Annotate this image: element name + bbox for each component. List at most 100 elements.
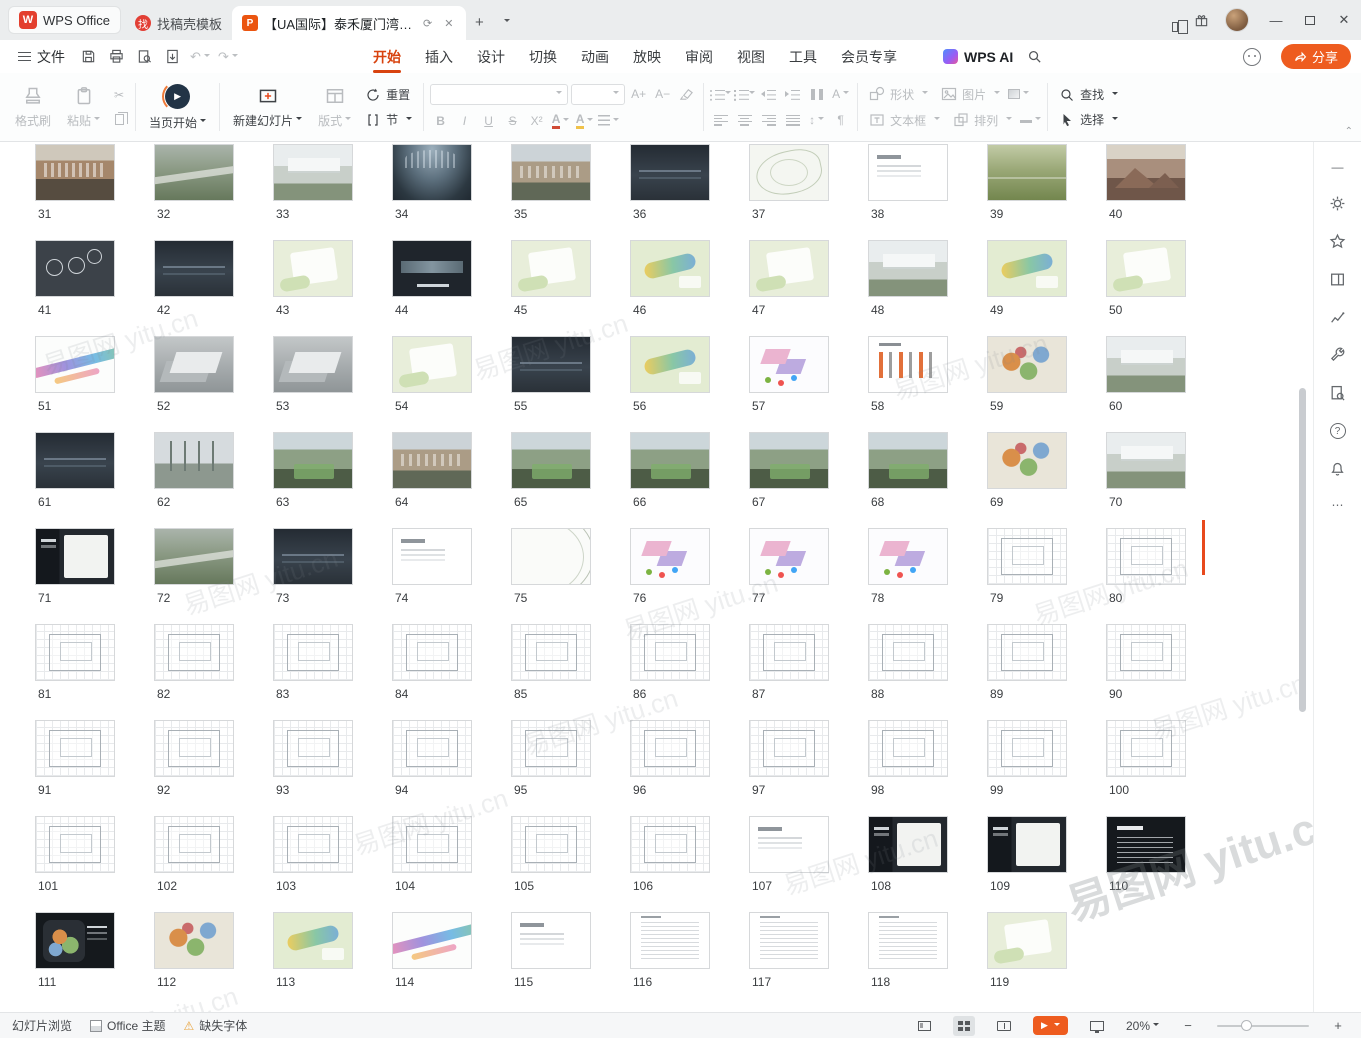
- slide-thumbnail-85[interactable]: [511, 624, 591, 681]
- slide-thumbnail-116[interactable]: [630, 912, 710, 969]
- cut-button[interactable]: ✂: [109, 85, 129, 105]
- slide-thumbnail-31[interactable]: [35, 144, 115, 201]
- slide-thumbnail-112[interactable]: [154, 912, 234, 969]
- slide-thumbnail-34[interactable]: [392, 144, 472, 201]
- slide-thumbnail-72[interactable]: [154, 528, 234, 585]
- arrange-button[interactable]: 排列: [948, 111, 1017, 130]
- slide-thumbnail-66[interactable]: [630, 432, 710, 489]
- notification-icon[interactable]: [1329, 460, 1346, 477]
- bold-button[interactable]: B: [430, 111, 451, 131]
- slide-thumbnail-115[interactable]: [511, 912, 591, 969]
- italic-button[interactable]: I: [454, 111, 475, 131]
- zoom-slider-handle[interactable]: [1241, 1020, 1252, 1031]
- slide-thumbnail-80[interactable]: [1106, 528, 1186, 585]
- slide-thumbnail-81[interactable]: [35, 624, 115, 681]
- increase-font-button[interactable]: A+: [628, 84, 649, 104]
- slide-thumbnail-71[interactable]: [35, 528, 115, 585]
- save-button[interactable]: [75, 45, 101, 69]
- assistant-icon[interactable]: [1239, 45, 1265, 69]
- columns-button[interactable]: [806, 84, 827, 104]
- slide-thumbnail-100[interactable]: [1106, 720, 1186, 777]
- text-effects-button[interactable]: [598, 111, 619, 131]
- slide-thumbnail-87[interactable]: [749, 624, 829, 681]
- slide-thumbnail-83[interactable]: [273, 624, 353, 681]
- menu-tab-7[interactable]: 审阅: [673, 40, 725, 73]
- slide-thumbnail-110[interactable]: [1106, 816, 1186, 873]
- theme-button[interactable]: Office 主题: [90, 1017, 165, 1034]
- slide-thumbnail-53[interactable]: [273, 336, 353, 393]
- slide-thumbnail-54[interactable]: [392, 336, 472, 393]
- missing-fonts-button[interactable]: ⚠ 缺失字体: [183, 1017, 247, 1034]
- text-direction-button[interactable]: A: [830, 84, 851, 104]
- slide-thumbnail-104[interactable]: [392, 816, 472, 873]
- menu-tab-2[interactable]: 插入: [413, 40, 465, 73]
- ribbon-collapse-icon[interactable]: ⌃: [1345, 126, 1353, 137]
- slide-thumbnail-69[interactable]: [987, 432, 1067, 489]
- slide-thumbnail-63[interactable]: [273, 432, 353, 489]
- slide-thumbnail-94[interactable]: [392, 720, 472, 777]
- slide-thumbnail-62[interactable]: [154, 432, 234, 489]
- slide-thumbnail-48[interactable]: [868, 240, 948, 297]
- format-painter-button[interactable]: 格式刷: [8, 81, 58, 133]
- zoom-level[interactable]: 20%: [1126, 1019, 1159, 1033]
- slide-thumbnail-114[interactable]: [392, 912, 472, 969]
- slide-thumbnail-46[interactable]: [630, 240, 710, 297]
- tab-presentation-doc[interactable]: P 【UA国际】泰禾厦门湾北大坵 ⟳ ✕: [232, 6, 466, 40]
- slide-thumbnail-61[interactable]: [35, 432, 115, 489]
- font-size-combobox[interactable]: [571, 84, 625, 105]
- slide-thumbnail-118[interactable]: [868, 912, 948, 969]
- menu-tab-6[interactable]: 放映: [621, 40, 673, 73]
- slide-thumbnail-40[interactable]: [1106, 144, 1186, 201]
- slide-thumbnail-108[interactable]: [868, 816, 948, 873]
- menu-tab-3[interactable]: 设计: [465, 40, 517, 73]
- highlight-color-button[interactable]: A: [574, 111, 595, 131]
- slide-thumbnail-75[interactable]: [511, 528, 591, 585]
- reading-view-button[interactable]: [993, 1016, 1015, 1036]
- slide-thumbnail-35[interactable]: [511, 144, 591, 201]
- slide-thumbnail-38[interactable]: [868, 144, 948, 201]
- slide-thumbnail-105[interactable]: [511, 816, 591, 873]
- slide-thumbnail-39[interactable]: [987, 144, 1067, 201]
- close-tab-icon[interactable]: ✕: [441, 15, 456, 32]
- find-button[interactable]: 查找: [1054, 85, 1123, 104]
- slide-sorter-view-button[interactable]: [953, 1016, 975, 1036]
- slide-thumbnail-103[interactable]: [273, 816, 353, 873]
- slide-thumbnail-76[interactable]: [630, 528, 710, 585]
- zoom-slider[interactable]: [1217, 1025, 1309, 1027]
- outline-color-button[interactable]: [1020, 110, 1041, 130]
- menu-tab-4[interactable]: 切换: [517, 40, 569, 73]
- print-button[interactable]: [103, 45, 129, 69]
- doc-search-icon[interactable]: [1329, 385, 1346, 402]
- slide-thumbnail-47[interactable]: [749, 240, 829, 297]
- slide-thumbnail-93[interactable]: [273, 720, 353, 777]
- slide-thumbnail-106[interactable]: [630, 816, 710, 873]
- slide-thumbnail-111[interactable]: [35, 912, 115, 969]
- slide-thumbnail-67[interactable]: [749, 432, 829, 489]
- superscript-button[interactable]: X²: [526, 111, 547, 131]
- new-tab-button[interactable]: +: [467, 10, 491, 34]
- slide-thumbnail-119[interactable]: [987, 912, 1067, 969]
- align-left-button[interactable]: [710, 110, 731, 130]
- slide-thumbnail-91[interactable]: [35, 720, 115, 777]
- slide-thumbnail-50[interactable]: [1106, 240, 1186, 297]
- normal-view-button[interactable]: [913, 1016, 935, 1036]
- justify-button[interactable]: [782, 110, 803, 130]
- new-slide-button[interactable]: 新建幻灯片: [226, 81, 309, 133]
- section-button[interactable]: 节: [360, 110, 417, 129]
- slide-thumbnail-43[interactable]: [273, 240, 353, 297]
- decrease-font-button[interactable]: A−: [652, 84, 673, 104]
- slide-thumbnail-70[interactable]: [1106, 432, 1186, 489]
- slide-thumbnail-44[interactable]: [392, 240, 472, 297]
- share-button[interactable]: 分享: [1281, 44, 1351, 69]
- picture-button[interactable]: 图片: [936, 85, 1005, 104]
- export-pdf-button[interactable]: [159, 45, 185, 69]
- favorites-icon[interactable]: [1329, 233, 1346, 250]
- tools-icon[interactable]: [1329, 347, 1346, 364]
- slide-thumbnail-79[interactable]: [987, 528, 1067, 585]
- file-menu-button[interactable]: 文件: [10, 44, 73, 70]
- line-spacing-button[interactable]: ↕: [806, 110, 827, 130]
- slide-thumbnail-55[interactable]: [511, 336, 591, 393]
- zoom-in-button[interactable]: +: [1327, 1016, 1349, 1036]
- slide-thumbnail-97[interactable]: [749, 720, 829, 777]
- slide-thumbnail-41[interactable]: [35, 240, 115, 297]
